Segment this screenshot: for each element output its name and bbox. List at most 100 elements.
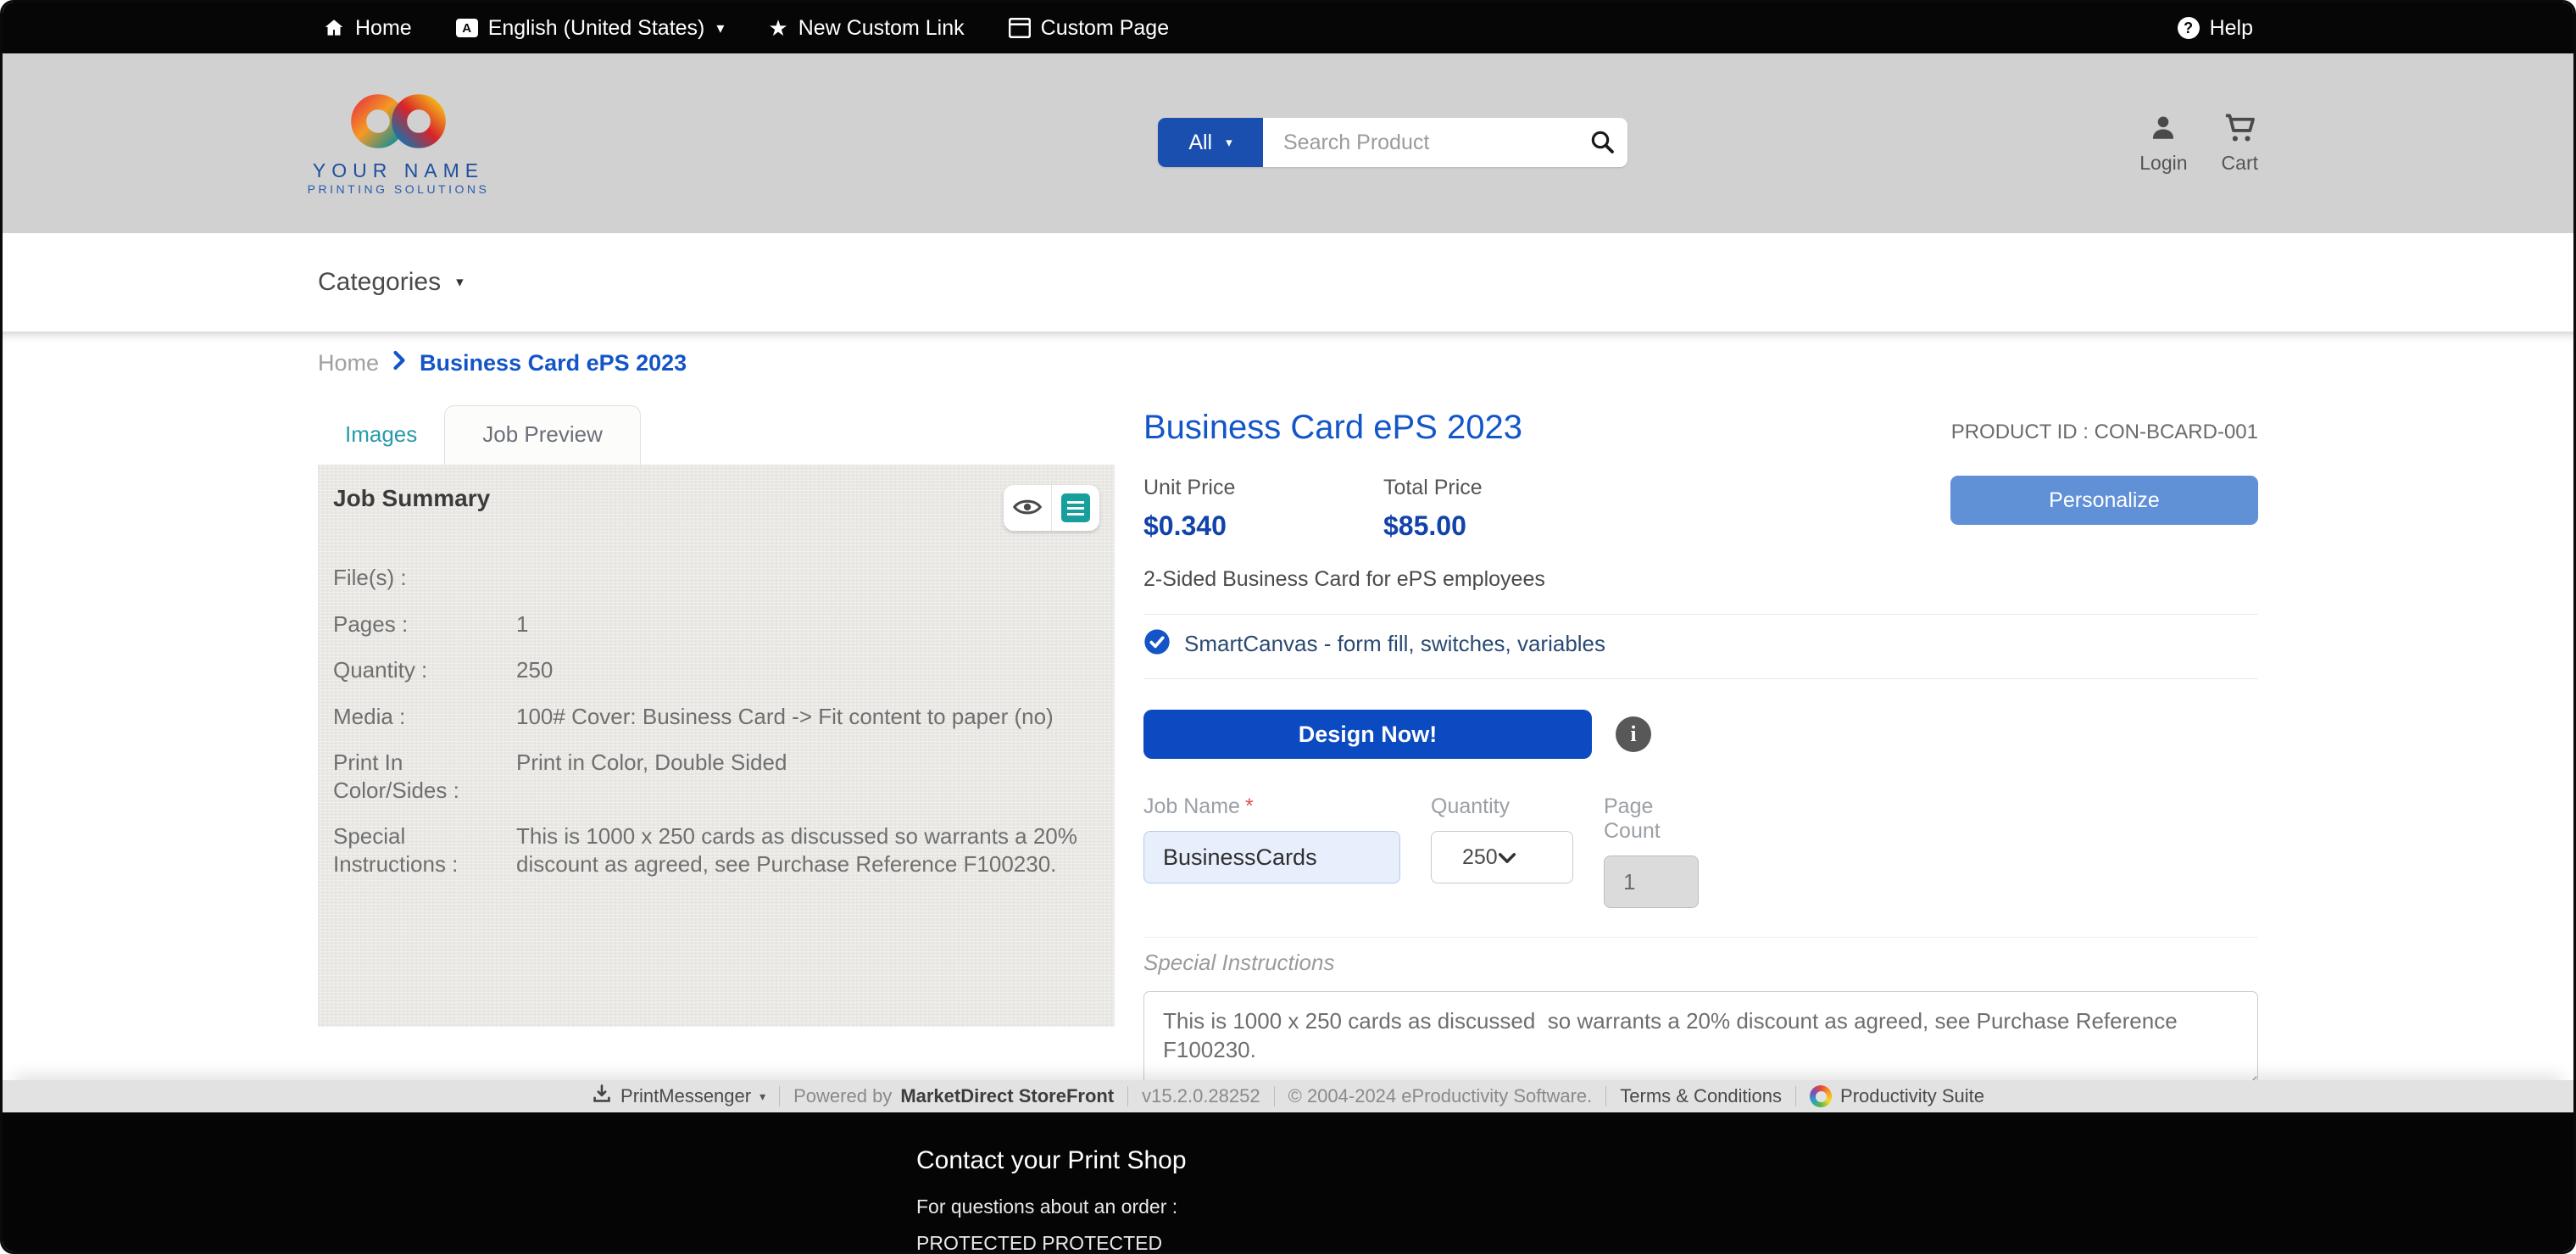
categories-menu[interactable]: Categories ▾ <box>318 268 464 297</box>
print-messenger-label: PrintMessenger <box>620 1085 751 1107</box>
tab-images[interactable]: Images <box>318 421 444 465</box>
topbar-language-label: English (United States) <box>488 16 705 41</box>
contact-line1: For questions about an order : <box>916 1195 2573 1218</box>
terms-link[interactable]: Terms & Conditions <box>1606 1085 1795 1107</box>
preview-view-button[interactable] <box>1004 485 1051 531</box>
home-icon <box>323 17 345 39</box>
login-button[interactable]: Login <box>2139 113 2187 175</box>
job-name-input[interactable] <box>1143 831 1400 883</box>
quantity-value: 250 <box>1462 845 1498 870</box>
summary-label: Media : <box>333 703 516 731</box>
list-icon <box>1061 493 1090 522</box>
search-filter-button[interactable]: All ▾ <box>1158 118 1263 167</box>
product-title: Business Card ePS 2023 <box>1143 409 1522 447</box>
main-content: Home Business Card ePS 2023 Images Job P… <box>3 332 2573 1080</box>
topbar-custom-page-label: Custom Page <box>1041 16 1169 41</box>
quantity-field: Quantity 250 <box>1431 794 1573 908</box>
page-count-label: Page Count <box>1604 794 1699 844</box>
star-icon: ★ <box>768 17 787 39</box>
topbar-new-custom-link[interactable]: ★ New Custom Link <box>768 16 964 41</box>
page-count-field: Page Count <box>1604 794 1699 908</box>
summary-value: 100# Cover: Business Card -> Fit content… <box>516 703 1093 731</box>
view-toggle <box>1004 485 1099 531</box>
topbar-help[interactable]: ? Help <box>2178 16 2253 41</box>
version-label: v15.2.0.28252 <box>1128 1085 1273 1107</box>
summary-row-quantity: Quantity : 250 <box>333 647 1099 694</box>
summary-row-files: File(s) : <box>333 555 1099 601</box>
search-icon <box>1588 145 1616 158</box>
personalize-button[interactable]: Personalize <box>1950 476 2258 525</box>
job-summary-rows: File(s) : Pages : 1 Quantity : 250 Me <box>333 555 1099 887</box>
productivity-suite-link[interactable]: Productivity Suite <box>1796 1085 1998 1107</box>
special-instructions-label: Special Instructions <box>1143 950 2258 976</box>
design-now-button[interactable]: Design Now! <box>1143 710 1592 759</box>
footer-bar: PrintMessenger ▾ Powered by MarketDirect… <box>3 1080 2573 1112</box>
summary-label: Quantity : <box>333 656 516 684</box>
breadcrumb: Home Business Card ePS 2023 <box>318 350 2258 376</box>
check-circle-icon <box>1143 628 1171 660</box>
summary-label: Special Instructions : <box>333 822 516 878</box>
topbar-language-menu[interactable]: A English (United States) ▾ <box>456 16 725 41</box>
login-label: Login <box>2139 152 2187 175</box>
product-description: 2-Sided Business Card for ePS employees <box>1143 567 2258 592</box>
topbar-home[interactable]: Home <box>323 16 412 41</box>
print-messenger-menu[interactable]: PrintMessenger ▾ <box>578 1084 779 1109</box>
brand-logo[interactable]: YOUR NAME PRINTING SOLUTIONS <box>318 91 479 196</box>
page-icon <box>1009 18 1031 38</box>
category-nav: Categories ▾ <box>3 233 2573 332</box>
search-button[interactable] <box>1588 128 1616 158</box>
tab-job-preview[interactable]: Job Preview <box>444 405 641 465</box>
preview-column: Images Job Preview Job Summary <box>318 407 1115 1080</box>
special-instructions-textarea[interactable]: This is 1000 x 250 cards as discussed so… <box>1143 991 2258 1080</box>
search-filter-label: All <box>1188 131 1212 155</box>
total-price-value: $85.00 <box>1383 510 1623 542</box>
search-input[interactable] <box>1263 118 1627 167</box>
summary-row-media: Media : 100# Cover: Business Card -> Fit… <box>333 694 1099 740</box>
topbar-right-group: ? Help <box>2178 16 2253 41</box>
content-columns: Images Job Preview Job Summary <box>318 407 2258 1080</box>
smartcanvas-option[interactable]: SmartCanvas - form fill, switches, varia… <box>1143 615 2258 673</box>
total-price-block: Total Price $85.00 <box>1383 476 1623 542</box>
total-price-label: Total Price <box>1383 476 1623 500</box>
chevron-right-icon <box>392 350 406 376</box>
product-search: All ▾ <box>1158 118 1627 167</box>
breadcrumb-home-link[interactable]: Home <box>318 350 379 376</box>
job-summary-title: Job Summary <box>333 485 490 512</box>
topbar: Home A English (United States) ▾ ★ New C… <box>3 3 2573 53</box>
breadcrumb-current: Business Card ePS 2023 <box>420 350 687 376</box>
storefront-link[interactable]: MarketDirect StoreFront <box>900 1085 1114 1107</box>
caret-down-icon: ▾ <box>1226 135 1232 150</box>
caret-down-icon: ▾ <box>759 1090 765 1104</box>
user-icon <box>2148 113 2178 148</box>
cart-icon <box>2223 113 2256 148</box>
design-row: Design Now! i <box>1143 710 2258 759</box>
help-icon: ? <box>2178 17 2200 39</box>
eye-icon <box>1013 497 1042 520</box>
topbar-home-label: Home <box>355 16 412 41</box>
summary-label: Print In Color/Sides : <box>333 749 516 804</box>
topbar-new-custom-link-label: New Custom Link <box>798 16 965 41</box>
product-title-row: Business Card ePS 2023 PRODUCT ID : CON-… <box>1143 409 2258 447</box>
summary-label: File(s) : <box>333 564 516 592</box>
topbar-left-group: Home A English (United States) ▾ ★ New C… <box>323 16 1169 41</box>
preview-tabs: Images Job Preview <box>318 407 1115 465</box>
caret-down-icon: ▾ <box>456 274 464 291</box>
summary-view-button[interactable] <box>1052 485 1099 531</box>
brand-tagline: PRINTING SOLUTIONS <box>308 182 490 196</box>
cart-label: Cart <box>2222 152 2258 175</box>
summary-value: 250 <box>516 656 1093 684</box>
smartcanvas-label: SmartCanvas - form fill, switches, varia… <box>1184 631 1605 657</box>
summary-value: This is 1000 x 250 cards as discussed so… <box>516 822 1093 878</box>
productivity-suite-label: Productivity Suite <box>1840 1085 1984 1107</box>
cart-button[interactable]: Cart <box>2222 113 2258 175</box>
caret-down-icon: ▾ <box>716 20 724 37</box>
topbar-custom-page[interactable]: Custom Page <box>1009 16 1169 41</box>
site-header: YOUR NAME PRINTING SOLUTIONS All ▾ <box>3 53 2573 233</box>
quantity-select[interactable]: 250 <box>1431 831 1573 883</box>
productivity-suite-icon <box>1810 1085 1832 1107</box>
unit-price-label: Unit Price <box>1143 476 1383 500</box>
job-name-label: Job Name* <box>1143 794 1400 819</box>
topbar-help-label: Help <box>2210 16 2253 41</box>
page-count-input <box>1604 856 1699 908</box>
info-icon[interactable]: i <box>1616 716 1651 752</box>
